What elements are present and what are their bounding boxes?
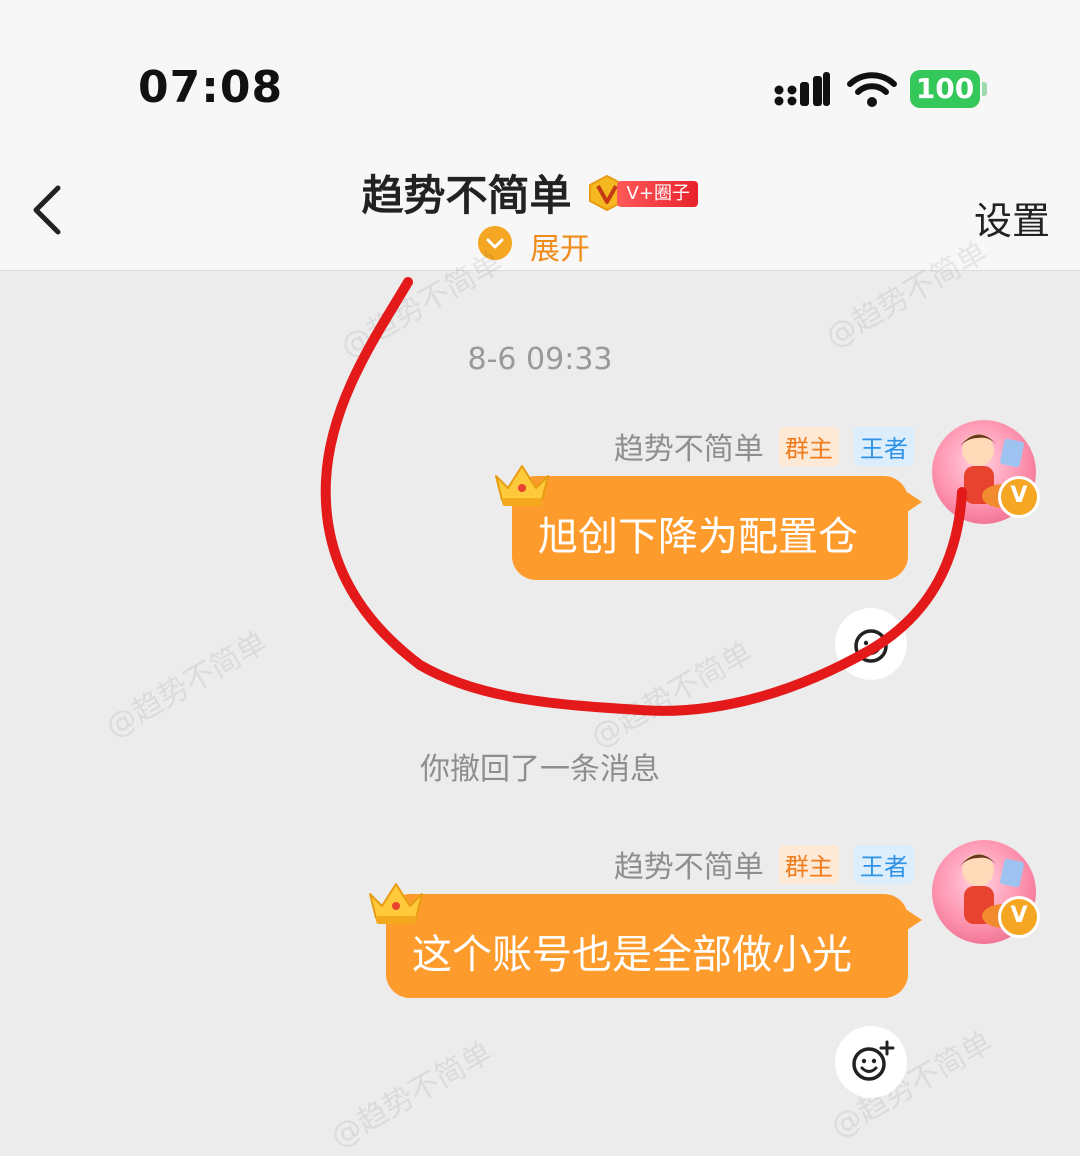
settings-button[interactable]: 设置 [974, 190, 1050, 245]
bubble-tail [904, 490, 922, 514]
battery-tip [982, 82, 987, 96]
emoji-add-icon [854, 629, 888, 663]
crown-icon [369, 883, 423, 924]
message-text: 旭创下降为配置仓 [538, 514, 858, 560]
status-time: 07:08 [138, 62, 284, 113]
recall-notice: 你撤回了一条消息 [420, 752, 660, 787]
message-bubble[interactable]: 旭创下降为配置仓 [512, 476, 922, 580]
sender-row: 趋势不简单 群主 王者 [614, 424, 914, 467]
vip-circle-badge: V+圈子 [587, 174, 699, 211]
sender-name[interactable]: 趋势不简单 [614, 850, 764, 885]
sender-name[interactable]: 趋势不简单 [614, 432, 764, 467]
wifi-icon [847, 72, 897, 107]
status-bar: 07:08 100 [0, 0, 1080, 150]
watermark: @趋势不简单 [325, 1034, 499, 1156]
title-row: 趋势不简单 V+圈子 [0, 162, 1080, 223]
avatar[interactable]: V [932, 420, 1040, 524]
message-text: 这个账号也是全部做小光 [412, 932, 852, 978]
message-bubble[interactable]: 这个账号也是全部做小光 [386, 894, 922, 998]
reaction-button[interactable] [835, 608, 907, 680]
cellular-signal-icon [774, 72, 830, 106]
battery-indicator: 100 [910, 70, 988, 108]
chat-title[interactable]: 趋势不简单 [361, 162, 571, 223]
reaction-button[interactable] [835, 1026, 907, 1098]
emoji-add-icon [852, 1040, 895, 1081]
watermark: @趋势不简单 [585, 634, 759, 756]
nav-bar: 趋势不简单 V+圈子 展开 设置 [0, 150, 1080, 271]
crown-icon [495, 465, 549, 506]
avatar[interactable]: V [932, 840, 1040, 944]
message-timestamp: 8-6 09:33 [467, 342, 613, 377]
group-owner-tag: 群主 [778, 426, 839, 466]
rank-tag: 王者 [854, 844, 914, 884]
battery-level: 100 [910, 70, 980, 108]
verified-v-icon: V [998, 476, 1040, 518]
group-owner-tag: 群主 [778, 844, 839, 884]
rank-tag: 王者 [854, 426, 914, 466]
vip-circle-tag: V+圈子 [616, 180, 698, 207]
expand-label: 展开 [530, 232, 590, 267]
bubble-tail [904, 908, 922, 932]
watermark: @趋势不简单 [100, 624, 274, 746]
sender-row: 趋势不简单 群主 王者 [614, 842, 914, 885]
verified-v-icon: V [998, 896, 1040, 938]
